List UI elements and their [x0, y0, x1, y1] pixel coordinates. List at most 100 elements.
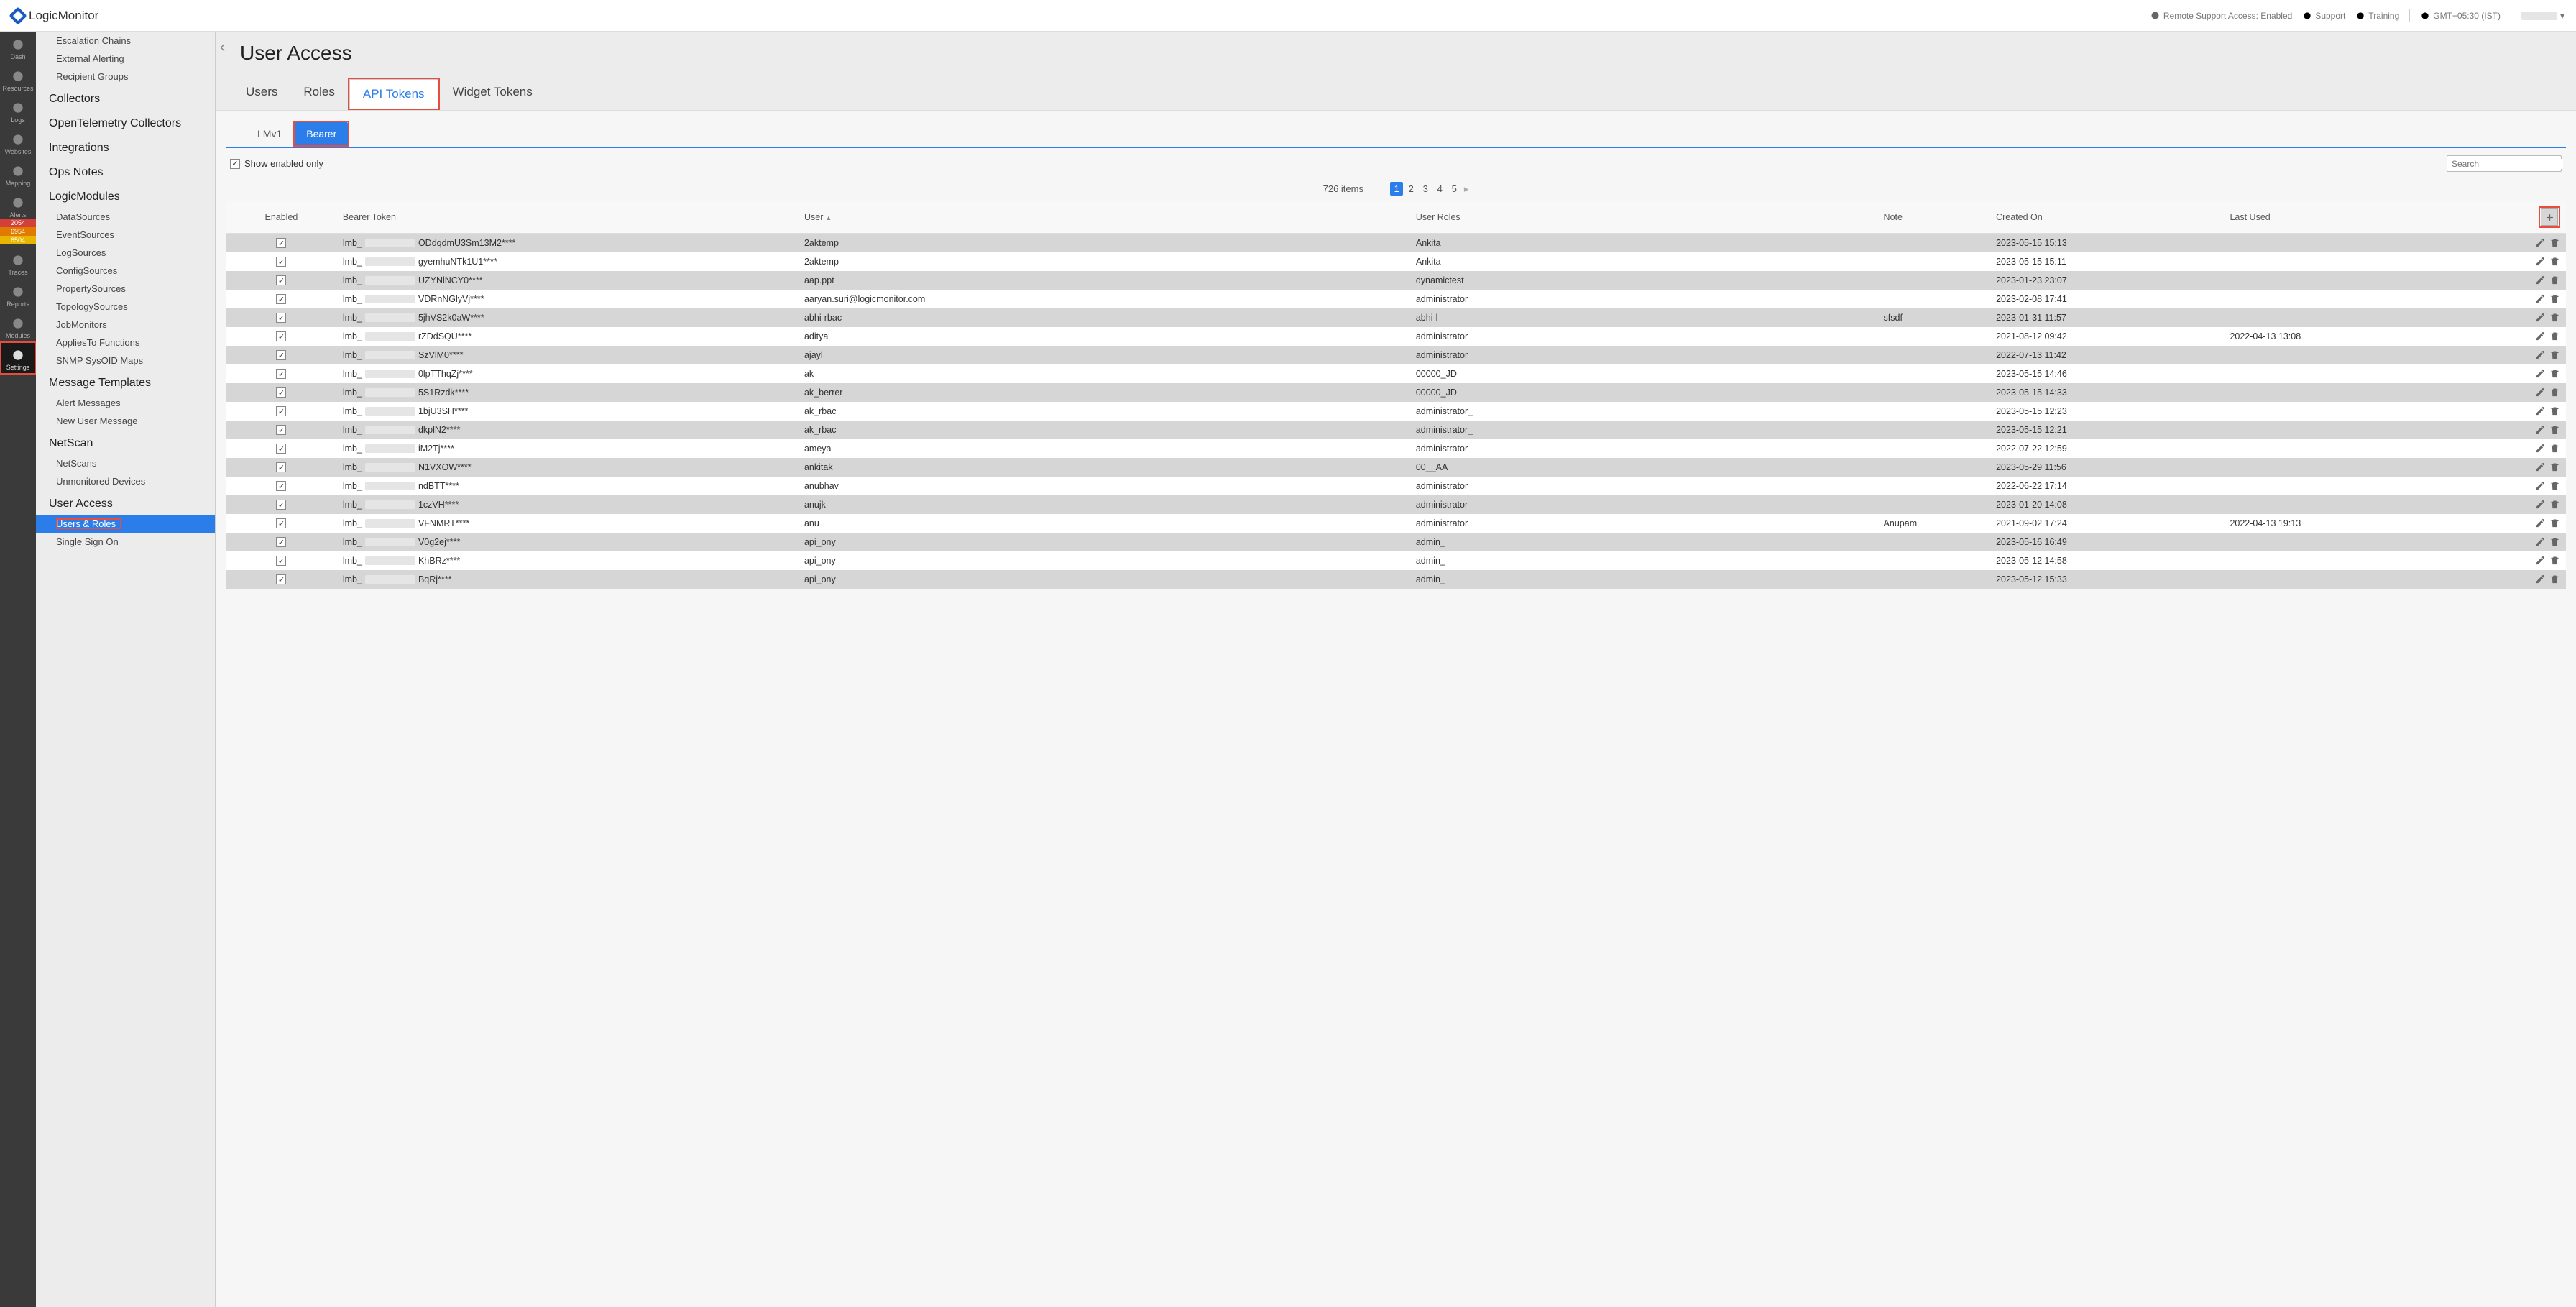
sidebar-group-user-access[interactable]: User Access [36, 490, 215, 515]
delete-button[interactable] [2549, 387, 2560, 398]
sidebar-group-ops-notes[interactable]: Ops Notes [36, 159, 215, 183]
alert-count-badge[interactable]: 2054 [0, 219, 36, 227]
support-link[interactable]: Support [2302, 11, 2345, 21]
rail-item-mapping[interactable]: Mapping [0, 158, 36, 190]
sidebar-sub-jobmonitors[interactable]: JobMonitors [36, 316, 215, 334]
delete-button[interactable] [2549, 536, 2560, 548]
sidebar-sub-snmp-sysoid-maps[interactable]: SNMP SysOID Maps [36, 352, 215, 370]
edit-button[interactable] [2534, 387, 2546, 398]
enabled-checkbox[interactable] [276, 574, 286, 584]
delete-button[interactable] [2549, 499, 2560, 510]
enabled-checkbox[interactable] [276, 257, 286, 267]
delete-button[interactable] [2549, 237, 2560, 249]
page-4[interactable]: 4 [1433, 182, 1446, 196]
sidebar-sub-single-sign-on[interactable]: Single Sign On [36, 533, 215, 551]
enabled-checkbox[interactable] [276, 425, 286, 435]
rail-item-reports[interactable]: Reports [0, 279, 36, 311]
tab-users[interactable]: Users [233, 78, 290, 110]
delete-button[interactable] [2549, 331, 2560, 342]
edit-button[interactable] [2534, 555, 2546, 567]
delete-button[interactable] [2549, 368, 2560, 380]
search-field[interactable] [2452, 159, 2563, 169]
sidebar-sub-eventsources[interactable]: EventSources [36, 226, 215, 244]
enabled-checkbox[interactable] [276, 444, 286, 454]
delete-button[interactable] [2549, 349, 2560, 361]
sidebar-sub-recipient-groups[interactable]: Recipient Groups [36, 68, 215, 86]
edit-button[interactable] [2534, 443, 2546, 454]
col-enabled[interactable]: Enabled [226, 201, 337, 234]
sidebar-sub-logsources[interactable]: LogSources [36, 244, 215, 262]
rail-item-websites[interactable]: Websites [0, 127, 36, 158]
enabled-checkbox[interactable] [276, 537, 286, 547]
edit-button[interactable] [2534, 405, 2546, 417]
tab-api-tokens[interactable]: API Tokens [349, 79, 438, 109]
sidebar-sub-users-&-roles[interactable]: Users & Roles [36, 515, 215, 533]
edit-button[interactable] [2534, 293, 2546, 305]
delete-button[interactable] [2549, 443, 2560, 454]
enabled-checkbox[interactable] [276, 500, 286, 510]
enabled-checkbox[interactable] [276, 275, 286, 285]
training-link[interactable]: Training [2355, 11, 2399, 21]
sidebar-group-message-templates[interactable]: Message Templates [36, 370, 215, 394]
col-user[interactable]: User▲ [799, 201, 1410, 234]
sidebar-sub-datasources[interactable]: DataSources [36, 208, 215, 226]
col-created-on[interactable]: Created On [1990, 201, 2224, 234]
enabled-checkbox[interactable] [276, 238, 286, 248]
sidebar-group-logicmodules[interactable]: LogicModules [36, 183, 215, 208]
remote-support-status[interactable]: Remote Support Access: Enabled [2150, 10, 2292, 21]
edit-button[interactable] [2534, 574, 2546, 585]
edit-button[interactable] [2534, 518, 2546, 529]
enabled-checkbox[interactable] [276, 369, 286, 379]
rail-item-traces[interactable]: Traces [0, 247, 36, 279]
edit-button[interactable] [2534, 536, 2546, 548]
delete-button[interactable] [2549, 480, 2560, 492]
user-menu[interactable]: ▾ [2521, 11, 2564, 21]
page-3[interactable]: 3 [1419, 182, 1432, 196]
delete-button[interactable] [2549, 312, 2560, 324]
tab-roles[interactable]: Roles [290, 78, 347, 110]
enabled-checkbox[interactable] [276, 556, 286, 566]
sidebar-sub-escalation-chains[interactable]: Escalation Chains [36, 32, 215, 50]
page-1[interactable]: 1 [1390, 182, 1403, 196]
rail-item-dash[interactable]: Dash [0, 32, 36, 63]
edit-button[interactable] [2534, 368, 2546, 380]
sidebar-sub-topologysources[interactable]: TopologySources [36, 298, 215, 316]
delete-button[interactable] [2549, 275, 2560, 286]
delete-button[interactable] [2549, 462, 2560, 473]
page-2[interactable]: 2 [1404, 182, 1417, 196]
timezone-selector[interactable]: GMT+05:30 (IST) [2420, 11, 2501, 21]
enabled-checkbox[interactable] [276, 518, 286, 528]
sidebar-sub-appliesto-functions[interactable]: AppliesTo Functions [36, 334, 215, 352]
enabled-checkbox[interactable] [276, 331, 286, 341]
col-user-roles[interactable]: User Roles [1410, 201, 1878, 234]
collapse-sidebar-button[interactable]: ‹ [220, 37, 234, 58]
col-bearer-token[interactable]: Bearer Token [337, 201, 799, 234]
rail-item-modules[interactable]: Modules [0, 311, 36, 342]
enabled-checkbox[interactable] [276, 350, 286, 360]
delete-button[interactable] [2549, 518, 2560, 529]
edit-button[interactable] [2534, 499, 2546, 510]
sidebar-group-integrations[interactable]: Integrations [36, 134, 215, 159]
sidebar-sub-configsources[interactable]: ConfigSources [36, 262, 215, 280]
edit-button[interactable] [2534, 312, 2546, 324]
add-token-button[interactable] [2541, 208, 2558, 226]
delete-button[interactable] [2549, 424, 2560, 436]
rail-item-settings[interactable]: Settings [0, 342, 36, 374]
sidebar-sub-unmonitored-devices[interactable]: Unmonitored Devices [36, 472, 215, 490]
sidebar-group-netscan[interactable]: NetScan [36, 430, 215, 454]
sidebar-group-collectors[interactable]: Collectors [36, 86, 215, 110]
col-last-used[interactable]: Last Used [2224, 201, 2457, 234]
delete-button[interactable] [2549, 574, 2560, 585]
subtab-bearer[interactable]: Bearer [295, 122, 348, 145]
edit-button[interactable] [2534, 462, 2546, 473]
delete-button[interactable] [2549, 405, 2560, 417]
subtab-lmv1[interactable]: LMv1 [246, 122, 293, 145]
edit-button[interactable] [2534, 349, 2546, 361]
rail-item-logs[interactable]: Logs [0, 95, 36, 127]
alert-count-badge[interactable]: 6954 [0, 227, 36, 236]
edit-button[interactable] [2534, 256, 2546, 267]
brand-logo[interactable]: LogicMonitor [12, 9, 98, 23]
enabled-checkbox[interactable] [276, 481, 286, 491]
col-note[interactable]: Note [1878, 201, 1991, 234]
sidebar-group-opentelemetry-collectors[interactable]: OpenTelemetry Collectors [36, 110, 215, 134]
